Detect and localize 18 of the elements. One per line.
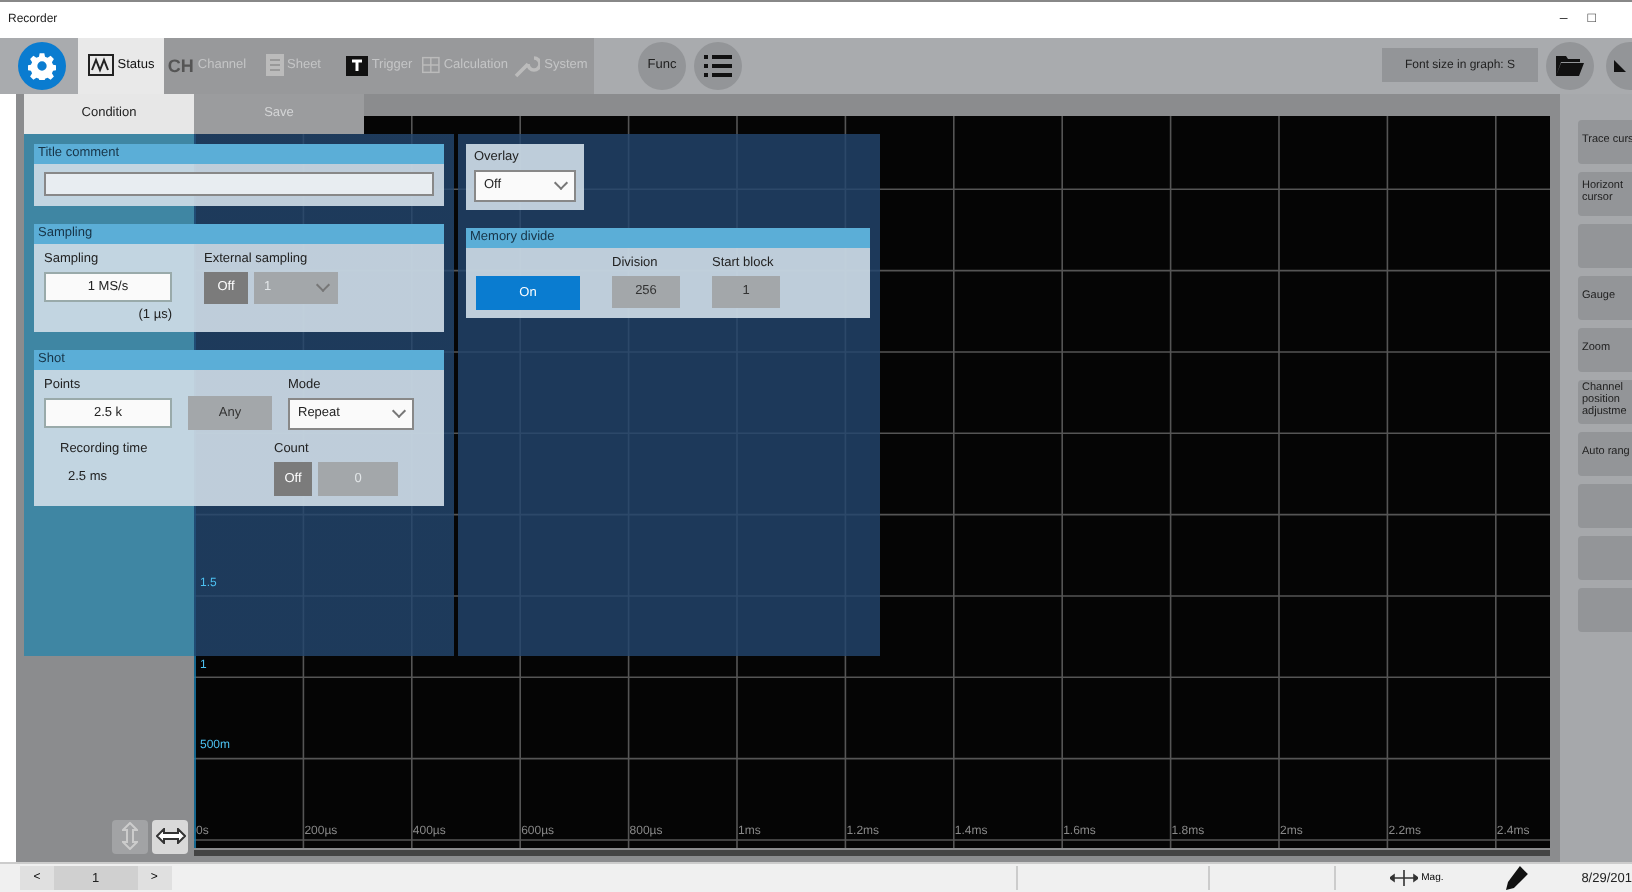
waveform-icon xyxy=(87,54,114,77)
folder-icon xyxy=(1556,54,1584,77)
calculator-icon xyxy=(422,54,440,77)
horizontal-arrow-button[interactable] xyxy=(152,819,188,854)
list-icon xyxy=(704,53,732,78)
cross-arrows-icon xyxy=(1389,868,1418,889)
title-comment-field[interactable] xyxy=(44,171,434,196)
folder-button[interactable] xyxy=(1546,41,1594,90)
corner-arrow-icon xyxy=(1614,59,1626,72)
corner-button[interactable] xyxy=(1606,41,1632,90)
trigger-icon xyxy=(345,55,368,76)
vertical-arrows-icon xyxy=(122,822,138,851)
settings-icon xyxy=(28,51,56,80)
document-icon xyxy=(265,54,283,77)
wrench-icon xyxy=(514,53,541,78)
horizontal-arrows-icon xyxy=(155,828,185,845)
settings-button[interactable] xyxy=(18,41,66,90)
list-button[interactable] xyxy=(694,41,742,90)
